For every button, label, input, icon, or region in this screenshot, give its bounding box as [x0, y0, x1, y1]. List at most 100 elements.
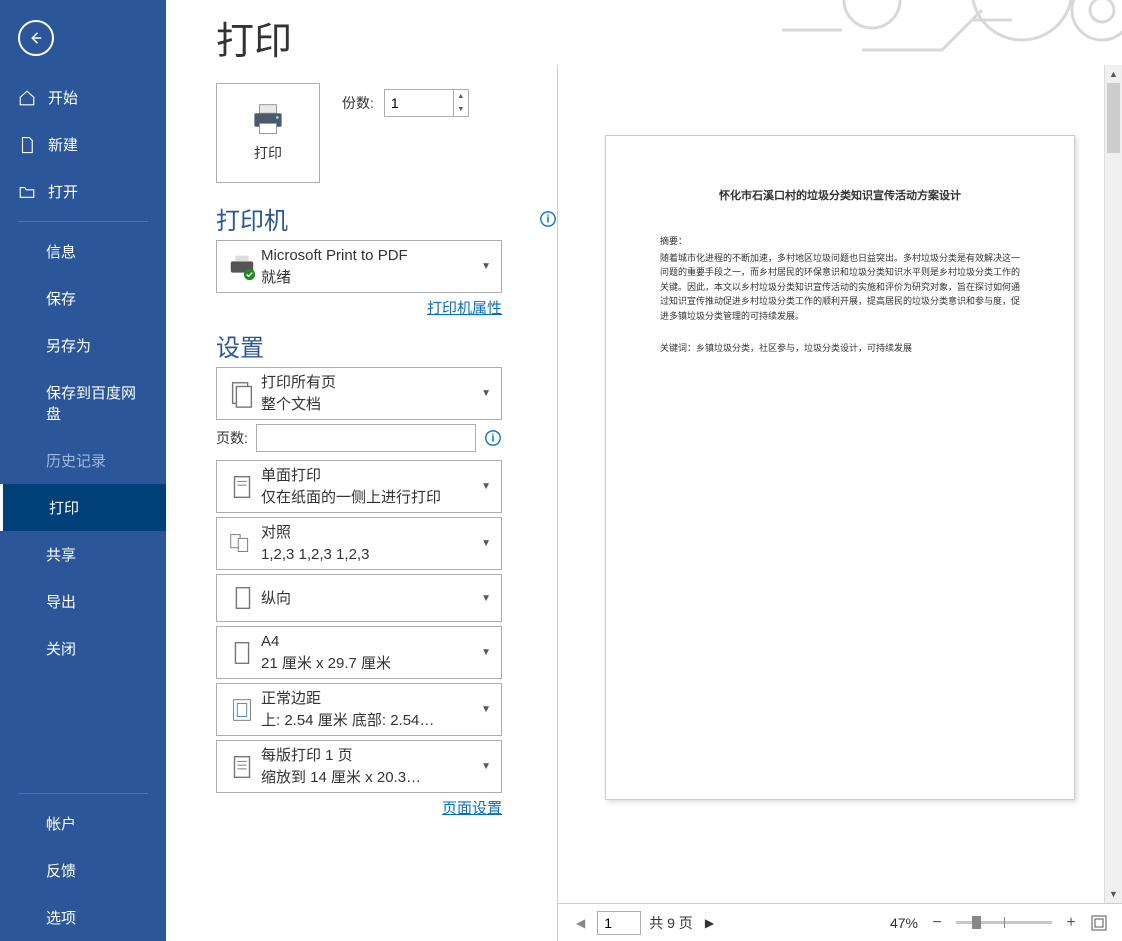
spinner-down-icon[interactable]: ▼ — [454, 103, 468, 116]
chevron-down-icon: ▼ — [477, 481, 495, 492]
chevron-down-icon: ▼ — [477, 538, 495, 549]
printer-name: Microsoft Print to PDF — [261, 245, 477, 266]
paper-icon — [223, 634, 261, 672]
nav-baidu[interactable]: 保存到百度网盘 — [0, 369, 166, 437]
chevron-down-icon: ▼ — [477, 761, 495, 772]
nav-label: 历史记录 — [46, 450, 106, 471]
copies-spinner[interactable]: ▲ ▼ — [384, 89, 469, 117]
nav-start[interactable]: 开始 — [0, 74, 166, 121]
nav-label: 共享 — [46, 544, 76, 565]
abstract-text: 随着城市化进程的不断加速，多村地区垃圾问题也日益突出。多村垃圾分类是有效解决这一… — [660, 251, 1020, 323]
info-icon[interactable]: i — [539, 210, 557, 228]
page-preview: 怀化市石溪口村的垃圾分类知识宣传活动方案设计 摘要： 随着城市化进程的不断加速，… — [605, 135, 1075, 800]
paper-size-dropdown[interactable]: A421 厘米 x 29.7 厘米 ▼ — [216, 626, 502, 679]
printer-icon — [247, 103, 289, 137]
one-sided-icon — [223, 468, 261, 506]
page-setup-link[interactable]: 页面设置 — [442, 800, 502, 817]
printer-section-title: 打印机 — [216, 201, 288, 236]
nav-label: 打开 — [48, 181, 78, 202]
info-icon[interactable]: i — [484, 429, 502, 447]
nav-label: 保存 — [46, 288, 76, 309]
chevron-down-icon: ▼ — [477, 261, 495, 272]
back-arrow-icon — [27, 29, 45, 47]
nav-label: 关闭 — [46, 638, 76, 659]
doc-title: 怀化市石溪口村的垃圾分类知识宣传活动方案设计 — [660, 188, 1020, 206]
svg-text:i: i — [547, 213, 550, 225]
nav-divider — [18, 793, 148, 794]
nav-export[interactable]: 导出 — [0, 578, 166, 625]
page-number-input[interactable] — [597, 911, 641, 935]
spinner-up-icon[interactable]: ▲ — [454, 90, 468, 103]
nav-label: 保存到百度网盘 — [46, 382, 148, 424]
portrait-icon — [223, 579, 261, 617]
nav-label: 信息 — [46, 241, 76, 262]
keywords-text: 关键词：乡镇垃圾分类，社区参与，垃圾分类设计，可持续发展 — [660, 341, 1020, 355]
margins-icon — [223, 691, 261, 729]
zoom-thumb[interactable] — [972, 916, 981, 929]
folder-open-icon — [18, 183, 36, 201]
printer-ready-icon — [223, 248, 261, 286]
scroll-up-icon[interactable]: ▲ — [1105, 65, 1122, 83]
print-preview-pane: 怀化市石溪口村的垃圾分类知识宣传活动方案设计 摘要： 随着城市化进程的不断加速，… — [558, 65, 1122, 941]
preview-scrollbar[interactable]: ▲ ▼ — [1104, 65, 1122, 903]
zoom-slider[interactable] — [956, 921, 1052, 924]
pages-per-sheet-dropdown[interactable]: 每版打印 1 页缩放到 14 厘米 x 20.3… ▼ — [216, 740, 502, 793]
nav-label: 打印 — [49, 497, 79, 518]
scroll-down-icon[interactable]: ▼ — [1105, 885, 1122, 903]
nav-save[interactable]: 保存 — [0, 275, 166, 322]
nav-account[interactable]: 帐户 — [0, 800, 166, 847]
page-title: 打印 — [216, 10, 1122, 65]
pages-icon — [223, 375, 261, 413]
nav-feedback[interactable]: 反馈 — [0, 847, 166, 894]
sides-dropdown[interactable]: 单面打印仅在纸面的一侧上进行打印 ▼ — [216, 460, 502, 513]
per-sheet-icon — [223, 748, 261, 786]
pages-label: 页数: — [216, 428, 248, 448]
scroll-thumb[interactable] — [1107, 83, 1120, 153]
nav-label: 新建 — [48, 134, 78, 155]
copies-input[interactable] — [385, 90, 453, 116]
chevron-down-icon: ▼ — [477, 704, 495, 715]
nav-close[interactable]: 关闭 — [0, 625, 166, 672]
nav-print[interactable]: 打印 — [0, 484, 166, 531]
printer-dropdown[interactable]: Microsoft Print to PDF就绪 ▼ — [216, 240, 502, 293]
nav-label: 开始 — [48, 87, 78, 108]
nav-label: 选项 — [46, 907, 76, 928]
collate-icon — [223, 525, 261, 563]
abstract-head: 摘要： — [660, 234, 1020, 248]
printer-properties-link[interactable]: 打印机属性 — [427, 300, 502, 317]
orientation-dropdown[interactable]: 纵向 ▼ — [216, 574, 502, 622]
nav-saveas[interactable]: 另存为 — [0, 322, 166, 369]
zoom-out-button[interactable]: − — [926, 914, 948, 932]
printer-status: 就绪 — [261, 267, 477, 288]
nav-options[interactable]: 选项 — [0, 894, 166, 941]
total-pages-label: 共 9 页 — [649, 913, 693, 933]
zoom-percent: 47% — [890, 915, 918, 931]
nav-info[interactable]: 信息 — [0, 228, 166, 275]
nav-open[interactable]: 打开 — [0, 168, 166, 215]
next-page-button[interactable]: ▶ — [701, 916, 718, 930]
zoom-in-button[interactable]: + — [1060, 914, 1082, 932]
chevron-down-icon: ▼ — [477, 388, 495, 399]
copies-label: 份数: — [342, 93, 374, 113]
nav-new[interactable]: 新建 — [0, 121, 166, 168]
fit-to-window-button[interactable] — [1090, 914, 1108, 932]
home-icon — [18, 89, 36, 107]
nav-share[interactable]: 共享 — [0, 531, 166, 578]
back-button[interactable] — [18, 20, 54, 56]
preview-footer: ◀ 共 9 页 ▶ 47% − + — [558, 903, 1122, 941]
nav-history[interactable]: 历史记录 — [0, 437, 166, 484]
prev-page-button[interactable]: ◀ — [572, 916, 589, 930]
nav-label: 反馈 — [46, 860, 76, 881]
page-header: 打印 — [166, 0, 1122, 65]
pages-input[interactable] — [256, 424, 476, 452]
backstage-sidebar: 开始 新建 打开 信息 保存 另存为 保存到百度网盘 历史记录 打印 共享 导出… — [0, 0, 166, 941]
print-button[interactable]: 打印 — [216, 83, 320, 183]
print-range-dropdown[interactable]: 打印所有页整个文档 ▼ — [216, 367, 502, 420]
nav-label: 帐户 — [46, 813, 76, 834]
nav-divider — [18, 221, 148, 222]
margins-dropdown[interactable]: 正常边距上: 2.54 厘米 底部: 2.54… ▼ — [216, 683, 502, 736]
document-icon — [18, 136, 36, 154]
nav-label: 导出 — [46, 591, 76, 612]
print-settings-panel: 打印 份数: ▲ ▼ 打印机 — [166, 65, 558, 941]
collate-dropdown[interactable]: 对照1,2,3 1,2,3 1,2,3 ▼ — [216, 517, 502, 570]
